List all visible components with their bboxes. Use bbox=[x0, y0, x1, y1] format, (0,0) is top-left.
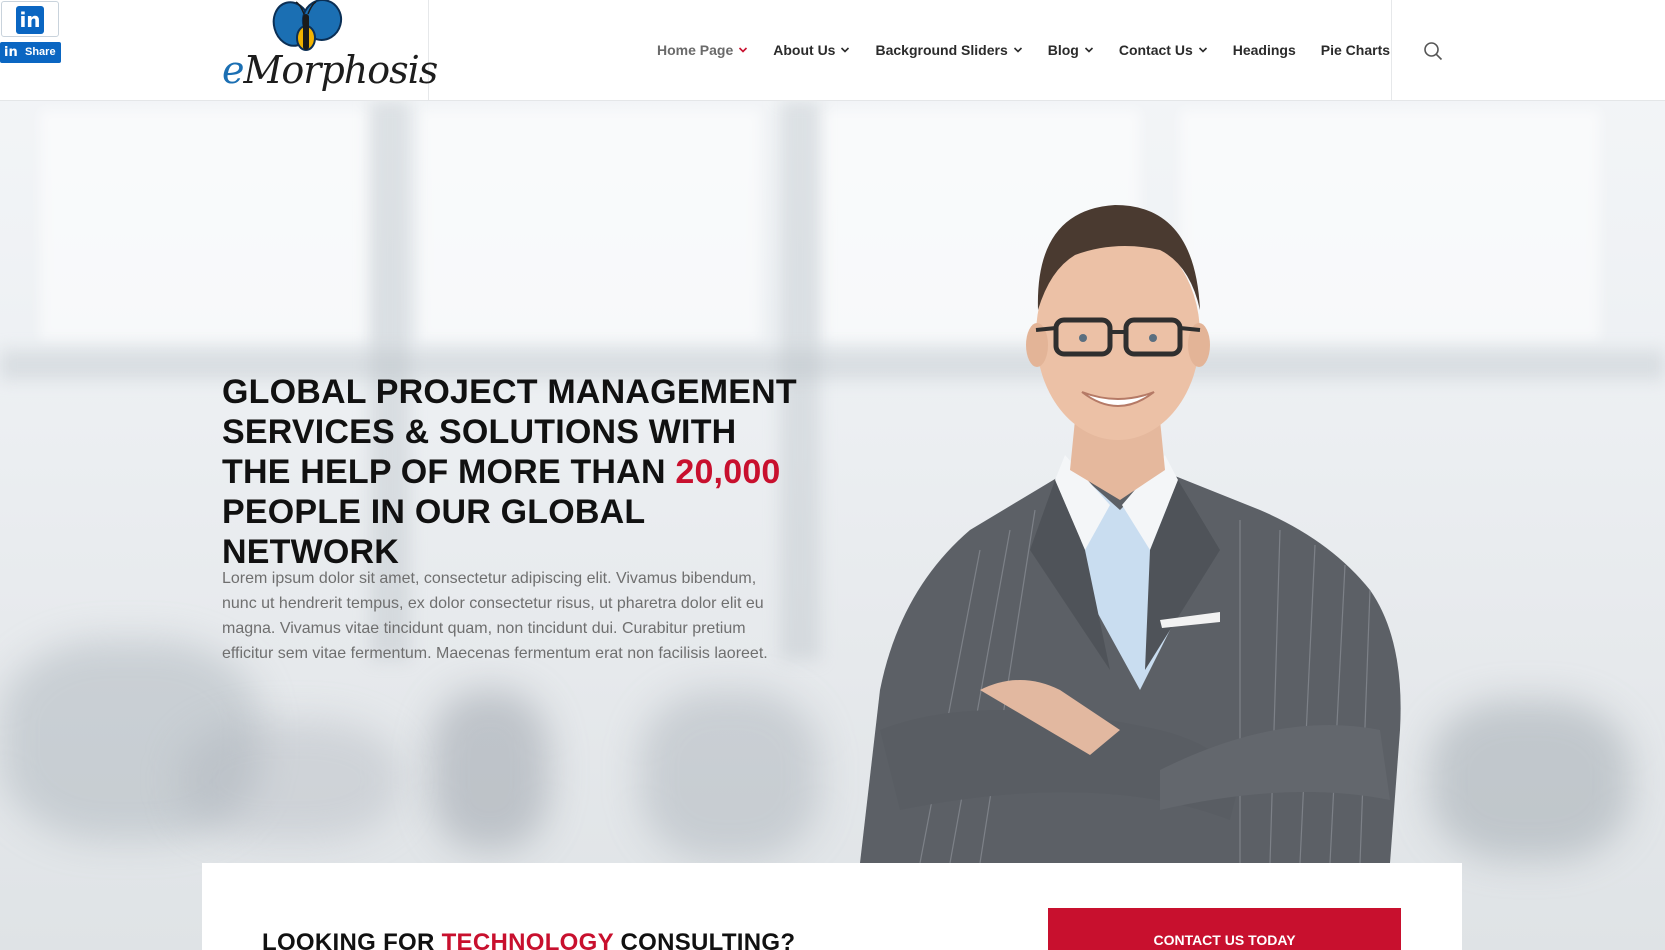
search-area bbox=[1391, 0, 1665, 100]
consulting-heading-highlight: technology bbox=[441, 929, 614, 950]
linkedin-small-icon: in bbox=[4, 45, 18, 60]
chevron-down-icon bbox=[841, 47, 850, 53]
logo-area: eMorphosis bbox=[0, 0, 438, 100]
nav-label: Contact Us bbox=[1118, 42, 1193, 58]
nav-label: Pie Charts bbox=[1320, 42, 1391, 58]
linkedin-share-button[interactable]: in Share bbox=[0, 42, 61, 63]
chevron-down-icon bbox=[1198, 47, 1207, 53]
chevron-down-icon bbox=[1013, 47, 1022, 53]
linkedin-badge[interactable]: in bbox=[1, 1, 59, 37]
main-nav: Home Page About Us Background Sliders Bl… bbox=[657, 38, 1390, 62]
brand-logo[interactable]: eMorphosis bbox=[222, 0, 438, 100]
linkedin-icon: in bbox=[16, 6, 44, 34]
chevron-down-icon bbox=[739, 47, 748, 53]
consulting-card: Looking for technology consulting? Conta… bbox=[202, 863, 1462, 950]
linkedin-share-widget: in in Share bbox=[0, 0, 62, 64]
logo-wordmark: eMorphosis bbox=[222, 48, 438, 92]
nav-label: Headings bbox=[1232, 42, 1296, 58]
hero-paragraph: Lorem ipsum dolor sit amet, consectetur … bbox=[222, 570, 768, 662]
nav-item-home-page[interactable]: Home Page bbox=[657, 42, 748, 58]
share-label: Share bbox=[25, 46, 56, 58]
businessman-image bbox=[860, 205, 1401, 863]
nav-item-background-sliders[interactable]: Background Sliders bbox=[875, 42, 1022, 58]
site-header: eMorphosis Home Page About Us Background… bbox=[0, 0, 1665, 101]
cta-label: Contact us today bbox=[1153, 932, 1296, 948]
nav-item-headings[interactable]: Headings bbox=[1233, 42, 1296, 58]
nav-item-blog[interactable]: Blog bbox=[1048, 42, 1094, 58]
nav-label: About Us bbox=[773, 42, 836, 58]
nav-item-contact-us[interactable]: Contact Us bbox=[1119, 42, 1208, 58]
search-icon[interactable] bbox=[1423, 41, 1443, 61]
chevron-down-icon bbox=[1084, 47, 1093, 53]
nav-item-pie-charts[interactable]: Pie Charts bbox=[1321, 42, 1390, 58]
consulting-heading: Looking for technology consulting? bbox=[262, 929, 795, 950]
nav-item-about-us[interactable]: About Us bbox=[773, 42, 850, 58]
hero-heading-highlight: 20,000 bbox=[675, 453, 781, 491]
nav-label: Background Sliders bbox=[875, 42, 1008, 58]
nav-label: Home Page bbox=[657, 42, 734, 58]
nav-label: Blog bbox=[1047, 42, 1079, 58]
contact-us-today-button[interactable]: Contact us today bbox=[1048, 908, 1401, 950]
hero-heading: Global project management services & sol… bbox=[222, 373, 797, 571]
